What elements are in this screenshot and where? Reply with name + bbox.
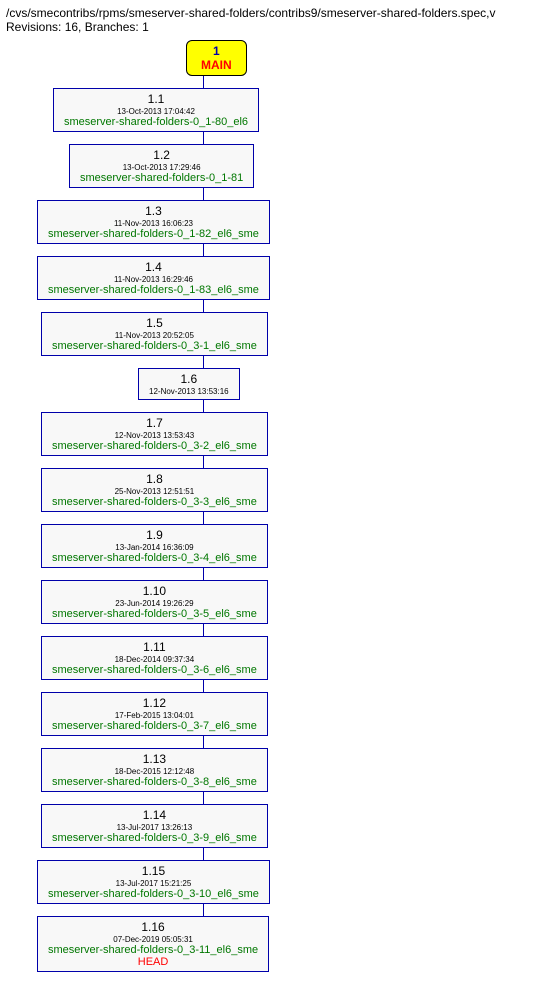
revision-number: 1.7 xyxy=(52,416,257,430)
revision-timestamp: 11-Nov-2013 20:52:05 xyxy=(52,331,257,340)
revision-number: 1.10 xyxy=(52,584,257,598)
revision-number: 1.6 xyxy=(149,372,229,386)
revision-tag: smeserver-shared-folders-0_1-81 xyxy=(80,172,243,184)
revision-number: 1.15 xyxy=(48,864,259,878)
revision-head: HEAD xyxy=(48,956,258,968)
revision-node[interactable]: 1.511-Nov-2013 20:52:05smeserver-shared-… xyxy=(41,312,268,356)
revision-tag: smeserver-shared-folders-0_3-2_el6_sme xyxy=(52,440,257,452)
revision-node[interactable]: 1.113-Oct-2013 17:04:42smeserver-shared-… xyxy=(53,88,259,132)
revision-timestamp: 13-Oct-2013 17:04:42 xyxy=(64,107,248,116)
revision-node[interactable]: 1.612-Nov-2013 13:53:16 xyxy=(138,368,240,400)
revision-number: 1.4 xyxy=(48,260,259,274)
revision-node[interactable]: 1.712-Nov-2013 13:53:43smeserver-shared-… xyxy=(41,412,268,456)
revision-node[interactable]: 1.913-Jan-2014 16:36:09smeserver-shared-… xyxy=(41,524,268,568)
revision-node[interactable]: 1.1217-Feb-2015 13:04:01smeserver-shared… xyxy=(41,692,268,736)
file-path: /cvs/smecontribs/rpms/smeserver-shared-f… xyxy=(6,6,542,20)
revision-tag: smeserver-shared-folders-0_3-9_el6_sme xyxy=(52,832,257,844)
revision-tag: smeserver-shared-folders-0_3-10_el6_sme xyxy=(48,888,259,900)
revision-timestamp: 23-Jun-2014 19:26:29 xyxy=(52,599,257,608)
revision-node[interactable]: 1.1607-Dec-2019 05:05:31smeserver-shared… xyxy=(37,916,269,972)
revision-number: 1.11 xyxy=(52,640,257,654)
revision-timestamp: 13-Jul-2017 15:21:25 xyxy=(48,879,259,888)
revision-node[interactable]: 1.411-Nov-2013 16:29:46smeserver-shared-… xyxy=(37,256,270,300)
revision-timestamp: 13-Jul-2017 13:26:13 xyxy=(52,823,257,832)
branch-root: 1 MAIN xyxy=(186,40,542,76)
revision-node[interactable]: 1.213-Oct-2013 17:29:46smeserver-shared-… xyxy=(69,144,254,188)
revision-timestamp: 11-Nov-2013 16:06:23 xyxy=(48,219,259,228)
revision-number: 1.5 xyxy=(52,316,257,330)
root-number: 1 xyxy=(201,44,232,58)
revision-tree: 1.113-Oct-2013 17:04:42smeserver-shared-… xyxy=(6,76,542,972)
revision-node[interactable]: 1.825-Nov-2013 12:51:51smeserver-shared-… xyxy=(41,468,268,512)
revision-tag: smeserver-shared-folders-0_3-1_el6_sme xyxy=(52,340,257,352)
revision-node[interactable]: 1.1318-Dec-2015 12:12:48smeserver-shared… xyxy=(41,748,268,792)
revision-timestamp: 12-Nov-2013 13:53:43 xyxy=(52,431,257,440)
revision-tag: smeserver-shared-folders-0_3-7_el6_sme xyxy=(52,720,257,732)
revision-number: 1.3 xyxy=(48,204,259,218)
root-branch-name: MAIN xyxy=(201,58,232,72)
revision-timestamp: 17-Feb-2015 13:04:01 xyxy=(52,711,257,720)
revision-timestamp: 18-Dec-2015 12:12:48 xyxy=(52,767,257,776)
revision-timestamp: 25-Nov-2013 12:51:51 xyxy=(52,487,257,496)
revision-tag: smeserver-shared-folders-0_3-3_el6_sme xyxy=(52,496,257,508)
revision-number: 1.2 xyxy=(80,148,243,162)
revision-number: 1.13 xyxy=(52,752,257,766)
revision-tag: smeserver-shared-folders-0_3-4_el6_sme xyxy=(52,552,257,564)
revision-tag: smeserver-shared-folders-0_3-11_el6_sme xyxy=(48,944,258,956)
revision-summary: Revisions: 16, Branches: 1 xyxy=(6,20,542,34)
revision-tag: smeserver-shared-folders-0_3-8_el6_sme xyxy=(52,776,257,788)
revision-tag: smeserver-shared-folders-0_1-80_el6 xyxy=(64,116,248,128)
revision-timestamp: 13-Jan-2014 16:36:09 xyxy=(52,543,257,552)
revision-node[interactable]: 1.311-Nov-2013 16:06:23smeserver-shared-… xyxy=(37,200,270,244)
revision-tag: smeserver-shared-folders-0_1-83_el6_sme xyxy=(48,284,259,296)
revision-node[interactable]: 1.1118-Dec-2014 09:37:34smeserver-shared… xyxy=(41,636,268,680)
revision-node[interactable]: 1.1413-Jul-2017 13:26:13smeserver-shared… xyxy=(41,804,268,848)
revision-number: 1.9 xyxy=(52,528,257,542)
revision-number: 1.12 xyxy=(52,696,257,710)
revision-tag: smeserver-shared-folders-0_1-82_el6_sme xyxy=(48,228,259,240)
revision-timestamp: 11-Nov-2013 16:29:46 xyxy=(48,275,259,284)
revision-number: 1.8 xyxy=(52,472,257,486)
revision-timestamp: 12-Nov-2013 13:53:16 xyxy=(149,387,229,396)
revision-node[interactable]: 1.1023-Jun-2014 19:26:29smeserver-shared… xyxy=(41,580,268,624)
revision-timestamp: 07-Dec-2019 05:05:31 xyxy=(48,935,258,944)
revision-number: 1.1 xyxy=(64,92,248,106)
revision-number: 1.14 xyxy=(52,808,257,822)
revision-timestamp: 13-Oct-2013 17:29:46 xyxy=(80,163,243,172)
revision-tag: smeserver-shared-folders-0_3-5_el6_sme xyxy=(52,608,257,620)
revision-timestamp: 18-Dec-2014 09:37:34 xyxy=(52,655,257,664)
revision-node[interactable]: 1.1513-Jul-2017 15:21:25smeserver-shared… xyxy=(37,860,270,904)
revision-number: 1.16 xyxy=(48,920,258,934)
revision-tag: smeserver-shared-folders-0_3-6_el6_sme xyxy=(52,664,257,676)
